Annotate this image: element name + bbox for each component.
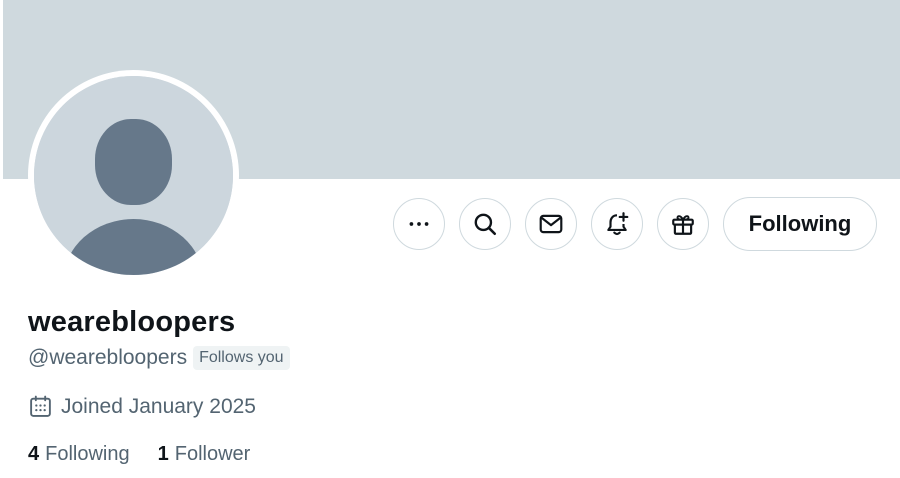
more-button[interactable]	[393, 198, 445, 250]
followers-label: Follower	[174, 443, 251, 465]
follows-you-badge: Follows you	[193, 346, 290, 370]
left-edge	[0, 0, 3, 478]
search-icon	[474, 213, 497, 236]
gift-button[interactable]	[657, 198, 709, 250]
message-icon	[539, 214, 563, 234]
default-avatar-icon	[34, 76, 233, 275]
gift-icon	[672, 215, 694, 235]
search-button[interactable]	[459, 198, 511, 250]
handle-row: @wearebloopers Follows you	[28, 346, 290, 370]
followers-stat-link[interactable]: 1 Follower	[158, 443, 251, 466]
message-button[interactable]	[525, 198, 577, 250]
following-stat-link[interactable]: 4 Following	[28, 443, 130, 466]
notifications-button[interactable]	[591, 198, 643, 250]
joined-date-row: Joined January 2025	[28, 394, 256, 419]
more-icon	[409, 222, 429, 226]
followers-count: 1	[157, 443, 169, 465]
profile-actions	[393, 197, 723, 251]
following-button[interactable]: Following	[723, 197, 877, 251]
display-name: wearebloopers	[28, 306, 236, 338]
follow-stats: 4 Following 1 Follower	[28, 443, 278, 466]
following-label: Following	[45, 443, 130, 465]
user-handle: @wearebloopers	[28, 346, 188, 369]
following-count: 4	[28, 443, 40, 465]
joined-date: Joined January 2025	[61, 394, 256, 418]
avatar[interactable]	[28, 70, 239, 281]
calendar-icon	[30, 395, 51, 417]
notification-bell-plus-icon	[607, 212, 629, 236]
